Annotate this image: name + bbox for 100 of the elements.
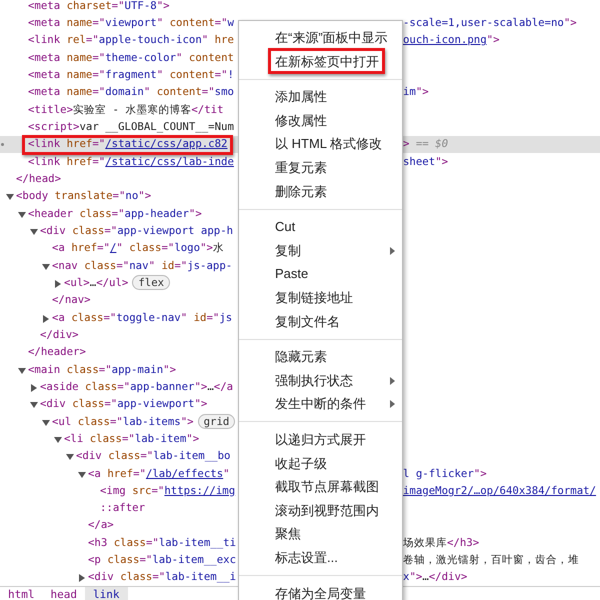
tag-text: "> <box>416 84 429 100</box>
tag-text: "> <box>564 14 577 31</box>
attribute-name: id <box>194 310 206 326</box>
tag-text: </a <box>214 378 234 395</box>
tag-text: <script> <box>28 118 80 135</box>
attribute-value: -scale=1,user-scalable=no <box>403 14 564 31</box>
attribute-name: class <box>107 552 140 568</box>
attribute-name: class <box>108 448 140 464</box>
tag-text: <link <box>28 154 62 170</box>
attribute-name: class <box>84 258 116 274</box>
tag-text: " <box>180 310 188 326</box>
tag-text: <aside <box>40 378 80 395</box>
tag-text: =" <box>110 414 123 430</box>
tag-text: =" <box>152 569 166 586</box>
tag-text: <nav <box>52 258 79 274</box>
tag-text: "> <box>188 206 202 222</box>
tag-text: <body <box>16 188 50 204</box>
tag-text: =" <box>202 84 215 100</box>
tag-text: =" <box>92 50 106 66</box>
attribute-value: smo <box>214 84 234 100</box>
attribute-value: lab-item__exc <box>152 552 236 568</box>
tag-text: " <box>176 50 184 66</box>
attribute-value: nav <box>129 258 149 274</box>
attribute-name: class <box>90 430 122 447</box>
node-text: … <box>207 378 214 395</box>
attribute-value: sheet <box>403 154 436 170</box>
attribute-value: app-main <box>112 362 164 378</box>
attribute-value: lab-item <box>134 430 186 447</box>
tag-text: =" <box>92 14 106 31</box>
attribute-name: class <box>114 534 146 551</box>
attribute-value: lab-item__bo <box>153 448 230 464</box>
tag-text: "> <box>474 466 487 482</box>
tag-text: </a> <box>88 517 114 534</box>
tag-text: " <box>144 84 152 100</box>
tag-text: =" <box>206 310 220 326</box>
attribute-value: logo <box>174 240 200 256</box>
tag-text: "> <box>180 414 194 430</box>
attribute-name: name <box>66 84 92 100</box>
tag-text: =" <box>112 206 125 222</box>
tag-text: =" <box>161 240 174 256</box>
tag-text: "> <box>163 362 176 378</box>
tag-text: " <box>202 32 210 48</box>
tag-text: " <box>148 258 156 274</box>
attribute-value: w <box>228 14 234 31</box>
tag-text: </tit <box>191 102 224 118</box>
tag-text: > <box>403 136 410 152</box>
attribute-name: href <box>66 154 92 170</box>
tag-text: <ul <box>52 414 72 430</box>
tag-text: =" <box>112 188 126 204</box>
attribute-value: app-header <box>124 206 189 222</box>
attribute-value: js-app- <box>187 258 232 274</box>
selected-node-marker: == $0 <box>414 136 448 152</box>
attribute-name: id <box>161 258 174 274</box>
attribute-name: translate <box>54 188 113 204</box>
attribute-value: app-viewport <box>117 396 194 412</box>
tag-text: </h3> <box>447 534 480 551</box>
tag-text: "> <box>194 378 208 395</box>
tag-text: <a <box>52 310 66 326</box>
attribute-value: lab-item__i <box>165 569 236 586</box>
tag-text: "> <box>409 569 422 586</box>
attribute-name: name <box>66 14 92 31</box>
tag-text: </nav> <box>52 292 91 308</box>
attribute-name: class <box>66 362 99 378</box>
tag-text: =" <box>117 378 130 395</box>
tag-text: =" <box>104 310 116 326</box>
attribute-name: class <box>78 414 110 430</box>
attribute-name: name <box>66 66 92 83</box>
attribute-value: no <box>125 188 138 204</box>
tag-text: </div> <box>40 326 79 343</box>
tag-text: <main <box>28 362 62 378</box>
attribute-name: class <box>129 240 162 256</box>
tag-text: </head> <box>16 170 62 187</box>
attribute-value: domain <box>105 84 144 100</box>
tag-text: "> <box>156 0 170 14</box>
tag-text: <meta <box>28 14 62 31</box>
tag-text: =" <box>214 66 228 83</box>
tag-text: =" <box>140 448 154 464</box>
tag-text: <p <box>88 552 102 568</box>
tag-text: =" <box>86 32 99 48</box>
tag-text: =" <box>214 14 228 31</box>
tag-text: <meta <box>28 50 62 66</box>
tag-text: <div <box>88 569 115 586</box>
attribute-value: x <box>403 569 410 586</box>
tag-text: " <box>223 466 230 482</box>
tag-text: =" <box>140 552 152 568</box>
tag-text: =" <box>152 482 164 499</box>
tag-text: <meta <box>28 0 62 14</box>
tag-text: =" <box>133 466 146 482</box>
attribute-name: href <box>107 466 134 482</box>
attribute-value: im <box>403 84 416 100</box>
tag-text: "> <box>486 32 500 48</box>
attribute-name: name <box>66 50 92 66</box>
tag-text: <meta <box>28 84 62 100</box>
attribute-value: app-viewport app-h <box>117 222 234 239</box>
node-text: … <box>90 274 96 291</box>
attribute-name: content <box>170 14 215 31</box>
tag-text: <link <box>28 136 62 152</box>
tag-text: "> <box>435 154 448 170</box>
tag-text: <header <box>28 206 74 222</box>
attribute-name: content <box>188 50 234 66</box>
